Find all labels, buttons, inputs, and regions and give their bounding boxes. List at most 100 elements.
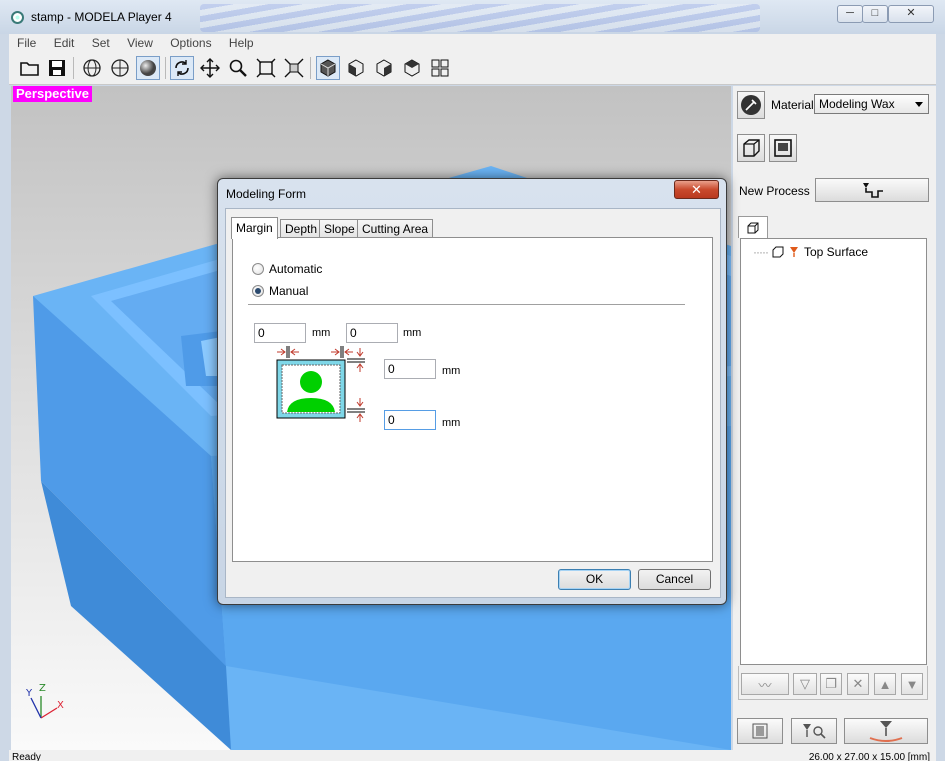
margin-right-input[interactable]: 0 [346, 323, 398, 343]
process-node-icon [772, 246, 784, 258]
wireframe-icon[interactable] [80, 56, 104, 80]
cube-icon [743, 139, 760, 157]
zoom-icon[interactable] [226, 56, 250, 80]
shaded-icon[interactable] [136, 56, 160, 80]
cut-icon [869, 721, 903, 742]
menu-help[interactable]: Help [221, 34, 260, 50]
menu-bar: File Edit Set View Options Help [9, 34, 936, 53]
move-up-button[interactable]: ▲ [874, 673, 896, 695]
dialog-body: Margin Depth Slope Cutting Area Automati… [225, 208, 721, 598]
hidden-line-icon[interactable] [108, 56, 132, 80]
model-setup-button[interactable] [737, 134, 765, 162]
view-mode-label: Perspective [13, 86, 92, 102]
tool-check-icon: ▽ [800, 676, 810, 691]
simulate-icon [803, 724, 826, 739]
axis-triad: Y Z X [23, 683, 64, 726]
view-multi-icon[interactable] [428, 56, 452, 80]
cut-button[interactable] [844, 718, 928, 744]
title-bar-decoration [200, 4, 760, 32]
dialog-title: Modeling Form [226, 187, 307, 201]
new-process-button[interactable] [815, 178, 929, 202]
tab-depth[interactable]: Depth [280, 219, 323, 238]
open-file-icon[interactable] [18, 56, 42, 80]
status-text: Ready [12, 752, 41, 761]
automatic-radio[interactable] [252, 263, 264, 275]
tree-connector: ····· [753, 245, 769, 259]
unit-label: mm [403, 327, 422, 339]
process-list-tab[interactable] [738, 216, 768, 238]
automatic-option[interactable]: Automatic [252, 262, 322, 276]
manual-option[interactable]: Manual [252, 284, 308, 298]
menu-options[interactable]: Options [162, 34, 217, 50]
new-process-label: New Process [739, 184, 810, 198]
preview-button[interactable] [737, 718, 783, 744]
axis-x-label: X [57, 700, 64, 711]
margin-left-input[interactable]: 0 [254, 323, 306, 343]
material-label: Material [771, 98, 814, 112]
tab-slope[interactable]: Slope [319, 219, 360, 238]
window-title: stamp - MODELA Player 4 [31, 10, 172, 24]
arrow-up-icon: ▲ [878, 676, 892, 692]
ok-button[interactable]: OK [558, 569, 631, 590]
menu-view[interactable]: View [119, 34, 159, 50]
tree-item-label: Top Surface [803, 245, 869, 259]
workpiece-setup-button[interactable] [769, 134, 797, 162]
arrow-down-icon: ▼ [905, 676, 919, 692]
simulate-button[interactable] [791, 718, 837, 744]
menu-file[interactable]: File [9, 34, 42, 50]
axis-z-label: Z [39, 683, 46, 694]
material-tool-button[interactable] [737, 91, 765, 119]
menu-set[interactable]: Set [84, 34, 116, 50]
tree-item-top-surface[interactable]: ····· Top Surface [753, 245, 868, 259]
cancel-button[interactable]: Cancel [638, 569, 711, 590]
delete-process-button[interactable]: ✕ [847, 673, 869, 695]
automatic-label: Automatic [269, 262, 323, 276]
close-window-button[interactable]: ✕ [888, 5, 934, 23]
view-right-icon[interactable] [372, 56, 396, 80]
process-tree[interactable]: ····· Top Surface [740, 238, 927, 665]
margin-bottom-input[interactable]: 0 [384, 410, 436, 430]
toolbar [9, 53, 936, 85]
process-list-icon [747, 222, 759, 233]
edit-process-button[interactable]: ▽ [793, 673, 817, 695]
divider [248, 304, 685, 305]
unit-label: mm [442, 417, 461, 429]
material-select[interactable]: Modeling Wax [814, 94, 929, 114]
margin-panel: Automatic Manual 0 mm 0 mm 0 mm 0 mm [232, 237, 713, 562]
preview-path-button[interactable]: 〰 [741, 673, 789, 695]
toolbar-separator [165, 57, 166, 79]
chevron-down-icon [915, 102, 923, 107]
toolbar-separator [73, 57, 74, 79]
rotate-icon[interactable] [170, 56, 194, 80]
workpiece-icon [774, 139, 792, 157]
tab-cutting-area[interactable]: Cutting Area [357, 219, 434, 238]
maximize-button[interactable]: □ [862, 5, 888, 23]
margin-diagram [276, 346, 365, 422]
material-icon [741, 95, 761, 115]
copy-process-button[interactable]: ❐ [820, 673, 842, 695]
toolbar-separator [310, 57, 311, 79]
new-process-icon [863, 183, 883, 198]
pan-icon[interactable] [198, 56, 222, 80]
tool-icon [789, 247, 798, 257]
axis-y-label: Y [26, 688, 33, 699]
minimize-button[interactable]: ─ [837, 5, 863, 23]
app-icon[interactable] [11, 11, 24, 24]
material-value: Modeling Wax [819, 97, 895, 111]
view-iso-icon[interactable] [316, 56, 340, 80]
view-left-icon[interactable] [400, 56, 424, 80]
fit-view-icon[interactable] [254, 56, 278, 80]
tab-margin[interactable]: Margin [231, 217, 278, 239]
preview-icon [752, 723, 768, 739]
modeling-form-dialog: Modeling Form ✕ Margin Depth Slope Cutti… [217, 178, 727, 605]
move-down-button[interactable]: ▼ [901, 673, 923, 695]
save-icon[interactable] [45, 56, 69, 80]
dialog-close-button[interactable]: ✕ [674, 180, 719, 199]
copy-icon: ❐ [825, 676, 837, 691]
path-icon: 〰 [758, 677, 772, 693]
menu-edit[interactable]: Edit [46, 34, 81, 50]
zoom-window-icon[interactable] [282, 56, 306, 80]
margin-top-input[interactable]: 0 [384, 359, 436, 379]
manual-radio[interactable] [252, 285, 264, 297]
view-front-icon[interactable] [344, 56, 368, 80]
